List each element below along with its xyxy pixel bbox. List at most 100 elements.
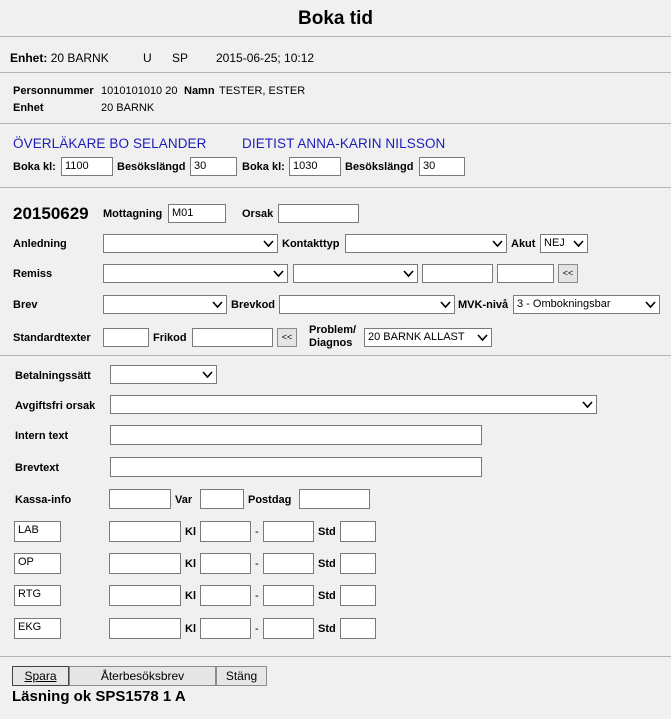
provider-1-boka-input[interactable]: 1100 [61, 157, 113, 176]
betalningssatt-select[interactable] [110, 365, 217, 384]
provider-2-langd-input[interactable]: 30 [419, 157, 465, 176]
chevron-down-icon [273, 270, 284, 278]
provider-1-name[interactable]: ÖVERLÄKARE BO SELANDER [13, 136, 207, 151]
resource-kl-to-input[interactable] [263, 618, 314, 639]
provider-1-langd-label: Besökslängd [117, 161, 186, 173]
chevron-down-icon [573, 240, 584, 248]
divider [0, 72, 671, 73]
remiss-label: Remiss [13, 268, 53, 280]
stang-button[interactable]: Stäng [216, 666, 267, 686]
resource-kl-from-input[interactable] [200, 585, 251, 606]
mvk-value: 3 - Ombokningsbar [517, 298, 611, 310]
enhet-label: Enhet: [10, 51, 48, 65]
brevkod-label: Brevkod [231, 299, 276, 311]
provider-2-boka-input[interactable]: 1030 [289, 157, 341, 176]
resource-kl-from-input[interactable] [200, 521, 251, 542]
provider-2-langd-label: Besökslängd [345, 161, 414, 173]
kontakttyp-select[interactable] [345, 234, 507, 253]
divider [0, 123, 671, 124]
resource-value-input[interactable] [109, 521, 181, 542]
spara-button[interactable]: Spara [12, 666, 69, 686]
resource-kl-to-input[interactable] [263, 553, 314, 574]
var-input[interactable] [200, 489, 244, 509]
mvk-select[interactable]: 3 - Ombokningsbar [513, 295, 660, 314]
resource-kl-to-input[interactable] [263, 521, 314, 542]
intern-text-label: Intern text [15, 430, 69, 442]
resource-kl-from-input[interactable] [200, 553, 251, 574]
standardtexter-input[interactable] [103, 328, 149, 347]
chevron-down-icon [645, 301, 656, 309]
brevtext-input[interactable] [110, 457, 482, 477]
resource-std-label: Std [318, 590, 336, 602]
mvk-label: MVK-nivå [458, 299, 509, 311]
datetime: 2015-06-25; 10:12 [216, 51, 315, 65]
anledning-select[interactable] [103, 234, 278, 253]
resource-value-input[interactable] [109, 553, 181, 574]
brevtext-label: Brevtext [15, 462, 60, 474]
divider [0, 187, 671, 188]
intern-text-input[interactable] [110, 425, 482, 445]
remiss-input-2[interactable] [497, 264, 554, 283]
resource-value-input[interactable] [109, 585, 181, 606]
chevron-down-icon [582, 401, 593, 409]
personnummer-value: 1010101010 20 [101, 85, 178, 97]
resource-value-input[interactable] [109, 618, 181, 639]
resource-std-label: Std [318, 526, 336, 538]
resource-std-input[interactable] [340, 618, 376, 639]
frikod-label: Frikod [153, 332, 187, 344]
resource-std-input[interactable] [340, 553, 376, 574]
avgiftsfri-select[interactable] [110, 395, 597, 414]
brevkod-select[interactable] [279, 295, 455, 314]
remiss-back-button[interactable]: << [558, 264, 578, 283]
akut-select[interactable]: NEJ [540, 234, 588, 253]
resource-std-label: Std [318, 558, 336, 570]
kassa-info-input[interactable] [109, 489, 171, 509]
patient-enhet-label: Enhet [13, 102, 44, 114]
resource-kl-to-input[interactable] [263, 585, 314, 606]
divider [0, 656, 671, 657]
kontakttyp-label: Kontakttyp [282, 238, 340, 250]
resource-std-input[interactable] [340, 521, 376, 542]
orsak-input[interactable] [278, 204, 359, 223]
booking-date: 20150629 [13, 204, 89, 223]
resource-kl-from-input[interactable] [200, 618, 251, 639]
aterbesoksbrev-button[interactable]: Återbesöksbrev [69, 666, 216, 686]
problem-diagnos-select[interactable]: 20 BARNK ALLAST [364, 328, 492, 347]
u-flag: U [143, 51, 152, 65]
akut-label: Akut [511, 238, 536, 250]
problem-label-line2: Diagnos [309, 337, 353, 349]
resource-code-input[interactable]: LAB [14, 521, 61, 542]
provider-2-boka-label: Boka kl: [242, 161, 285, 173]
frikod-back-button[interactable]: << [277, 328, 297, 347]
avgiftsfri-label: Avgiftsfri orsak [15, 400, 96, 412]
resource-code-input[interactable]: OP [14, 553, 61, 574]
chevron-down-icon [403, 270, 414, 278]
brev-select[interactable] [103, 295, 227, 314]
postdag-input[interactable] [299, 489, 370, 509]
namn-label: Namn [184, 85, 215, 97]
chevron-down-icon [212, 301, 223, 309]
patient-enhet-value: 20 BARNK [101, 102, 155, 114]
remiss-input-1[interactable] [422, 264, 493, 283]
resource-std-input[interactable] [340, 585, 376, 606]
sp-flag: SP [172, 51, 189, 65]
anledning-label: Anledning [13, 238, 67, 250]
frikod-input[interactable] [192, 328, 273, 347]
provider-2-name[interactable]: DIETIST ANNA-KARIN NILSSON [242, 136, 445, 151]
provider-1-langd-input[interactable]: 30 [190, 157, 237, 176]
resource-kl-label: Kl [185, 623, 196, 635]
resource-code-input[interactable]: EKG [14, 618, 61, 639]
divider [0, 36, 671, 37]
mottagning-input[interactable]: M01 [168, 204, 226, 223]
remiss-select-2[interactable] [293, 264, 418, 283]
remiss-select-1[interactable] [103, 264, 288, 283]
chevron-down-icon [263, 240, 274, 248]
postdag-label: Postdag [248, 494, 292, 506]
problem-value: 20 BARNK ALLAST [368, 331, 465, 343]
resource-dash: - [255, 590, 259, 602]
akut-value: NEJ [544, 237, 565, 249]
divider [0, 355, 671, 356]
resource-code-input[interactable]: RTG [14, 585, 61, 606]
brev-label: Brev [13, 299, 38, 311]
resource-kl-label: Kl [185, 558, 196, 570]
